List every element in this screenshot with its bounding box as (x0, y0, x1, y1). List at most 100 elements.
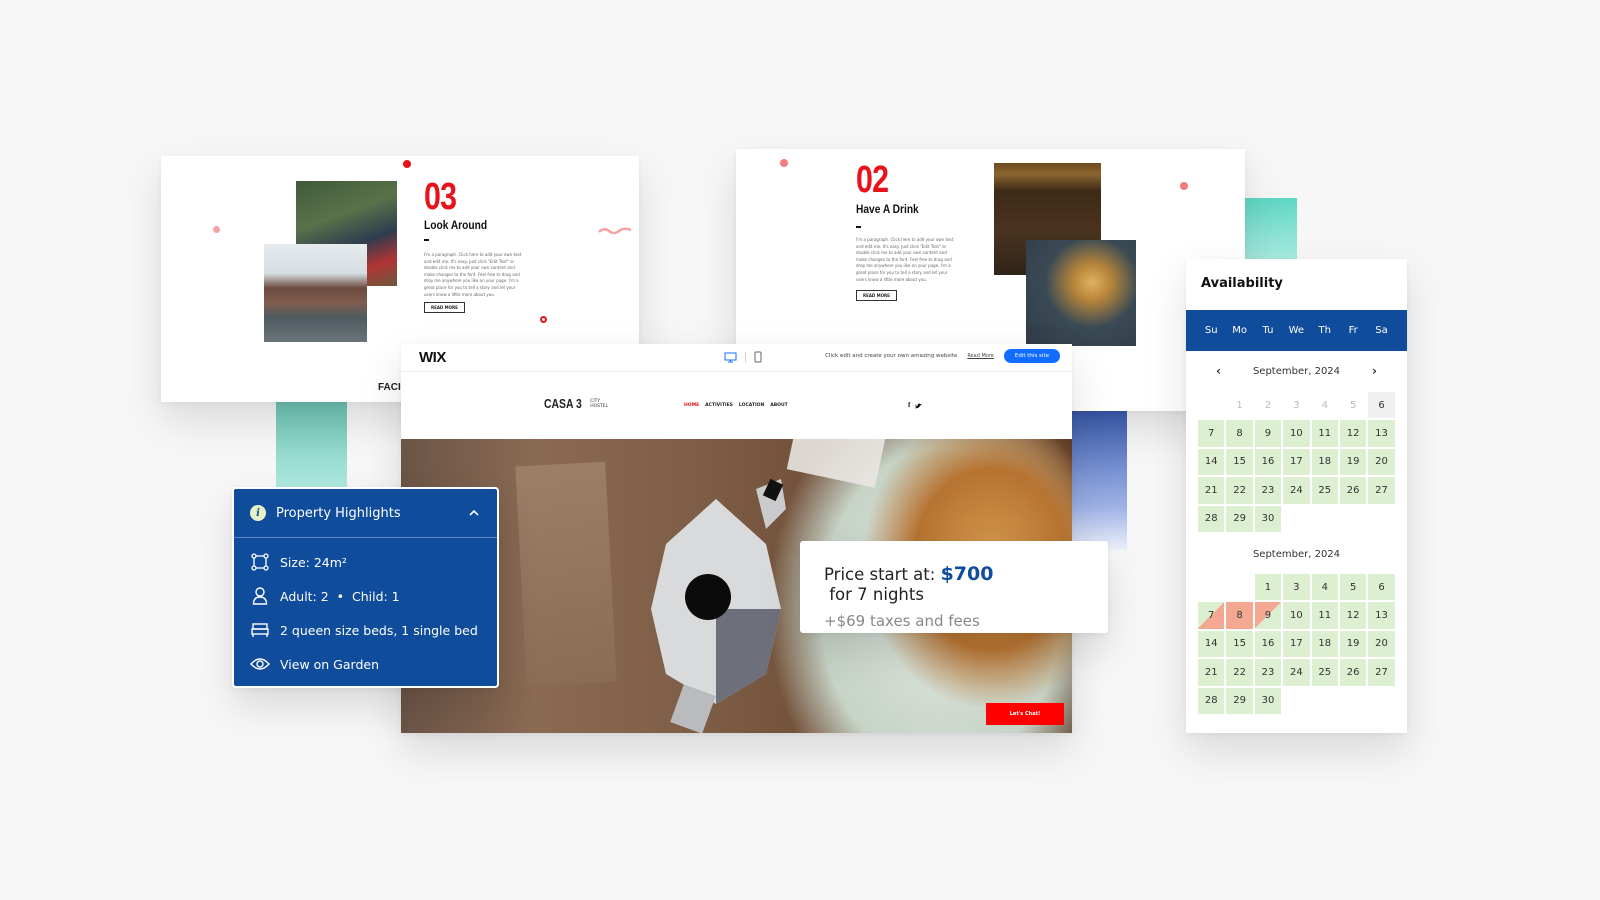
calendar-day[interactable]: 8 (1226, 420, 1253, 447)
calendar-day[interactable]: 8 (1226, 602, 1253, 629)
wix-logo: WIX (419, 349, 446, 366)
calendar-day[interactable]: 17 (1283, 630, 1310, 658)
calendar-day[interactable]: 1 (1254, 573, 1282, 601)
website-preview: WIX Click edit and create your own amazi… (401, 344, 1072, 733)
calendar-day[interactable]: 15 (1226, 448, 1253, 476)
calendar-day[interactable]: 19 (1339, 630, 1367, 658)
calendar-day[interactable]: 21 (1198, 477, 1225, 504)
calendar-day[interactable]: 22 (1226, 659, 1253, 686)
calendar-day[interactable]: 26 (1339, 659, 1367, 686)
read-more-button[interactable]: READ MORE (856, 290, 897, 301)
nav-home[interactable]: HOME (684, 403, 699, 408)
calendar-day[interactable]: 21 (1198, 659, 1225, 686)
slide-number: 03 (424, 176, 457, 218)
price-suffix: for 7 nights (824, 585, 924, 604)
calendar-day[interactable]: 9 (1254, 420, 1282, 447)
month-label: September, 2024 (1252, 366, 1341, 377)
calendar-day[interactable]: 25 (1311, 477, 1338, 504)
weekday-header: Su Mo Tu We Th Fr Sa (1186, 310, 1407, 351)
slide-number: 02 (856, 159, 889, 201)
calendar-day[interactable]: 11 (1311, 420, 1338, 447)
calendar-day[interactable]: 28 (1198, 505, 1225, 532)
nav-activities[interactable]: ACTIVITIES (705, 403, 733, 408)
calendar-day[interactable]: 16 (1254, 630, 1282, 658)
chat-button[interactable]: Let's Chat! (986, 703, 1064, 725)
calendar-day[interactable]: 9 (1254, 602, 1282, 629)
calendar-day[interactable]: 7 (1198, 420, 1225, 447)
nav-location[interactable]: LOCATION (739, 403, 764, 408)
month-grid: 1 3 4 5 6 7 8 9 10 11 12 13 14 15 16 17 18 19 20 21 22 23 24 25… (1186, 573, 1407, 714)
calendar-day[interactable]: 18 (1311, 448, 1338, 476)
calendar-day[interactable]: 22 (1226, 477, 1253, 504)
facebook-icon[interactable]: f (908, 401, 910, 409)
calendar-day[interactable]: 12 (1339, 602, 1367, 629)
calendar-empty-cell (1226, 574, 1252, 600)
calendar-day[interactable]: 27 (1368, 477, 1395, 504)
calendar-day[interactable]: 30 (1254, 687, 1282, 714)
site-logo[interactable]: CASA 3 CITY HOSTEL (544, 396, 608, 411)
calendar-day[interactable]: 26 (1339, 477, 1367, 504)
calendar-day[interactable]: 10 (1283, 602, 1310, 629)
calendar-day[interactable]: 13 (1368, 420, 1395, 447)
highlight-item: Adult: 2 • Child: 1 (234, 579, 497, 613)
calendar-day[interactable]: 19 (1339, 448, 1367, 476)
chevron-left-icon[interactable]: ‹ (1216, 364, 1221, 378)
decorative-teal-strip (276, 402, 347, 494)
highlight-item: Size: 24m² (234, 545, 497, 579)
calendar-day[interactable]: 3 (1283, 573, 1310, 601)
paper-bag (515, 461, 617, 687)
calendar-day[interactable]: 27 (1368, 659, 1395, 686)
property-highlights-title: Property Highlights (276, 505, 401, 521)
calendar-day[interactable]: 6 (1368, 573, 1395, 601)
weekday-label: Su (1204, 325, 1218, 336)
chevron-up-icon[interactable] (469, 506, 479, 519)
property-highlights-header[interactable]: i Property Highlights (234, 489, 497, 538)
wix-read-more-link[interactable]: Read More (967, 353, 994, 359)
nav-about[interactable]: ABOUT (770, 403, 787, 408)
calendar-day[interactable]: 25 (1311, 659, 1338, 686)
slide-title: Have A Drink (856, 202, 919, 216)
calendar-day[interactable]: 14 (1198, 448, 1225, 476)
chevron-right-icon[interactable]: › (1372, 364, 1377, 378)
calendar-day[interactable]: 20 (1368, 630, 1395, 658)
mobile-icon[interactable] (754, 351, 762, 363)
bed-icon (250, 620, 270, 640)
calendar-day[interactable]: 24 (1283, 477, 1310, 504)
twitter-icon[interactable] (915, 403, 923, 409)
calendar-day[interactable]: 13 (1368, 602, 1395, 629)
calendar-day[interactable]: 10 (1283, 420, 1310, 447)
calendar-day[interactable]: 11 (1311, 602, 1338, 629)
calendar-day[interactable]: 5 (1339, 573, 1367, 601)
weekday-label: Fr (1348, 325, 1358, 336)
calendar-day[interactable]: 4 (1311, 573, 1338, 601)
site-nav: HOME ACTIVITIES LOCATION ABOUT (684, 403, 788, 408)
calendar-day[interactable]: 7 (1198, 602, 1225, 629)
calendar-day[interactable]: 23 (1254, 659, 1282, 686)
social-links: f (908, 401, 923, 409)
site-logo-subtitle: CITY HOSTEL (590, 398, 609, 409)
calendar-day[interactable]: 29 (1226, 687, 1253, 714)
decorative-dot (213, 226, 220, 233)
read-more-button[interactable]: READ MORE (424, 302, 465, 313)
desktop-icon[interactable] (724, 352, 737, 363)
calendar-day[interactable]: 6 (1368, 392, 1395, 419)
calendar-day[interactable]: 20 (1368, 448, 1395, 476)
calendar-day[interactable]: 12 (1339, 420, 1367, 447)
calendar-day: 4 (1321, 399, 1328, 411)
calendar-day[interactable]: 29 (1226, 505, 1253, 532)
calendar-day[interactable]: 28 (1198, 687, 1225, 714)
highlight-text: Adult: 2 • Child: 1 (280, 588, 400, 604)
decorative-dot (780, 159, 788, 167)
availability-calendar: Availability Su Mo Tu We Th Fr Sa ‹ Sept… (1186, 259, 1407, 733)
calendar-day[interactable]: 30 (1254, 505, 1282, 532)
separator (745, 352, 746, 362)
edit-site-button[interactable]: Edit this site (1003, 349, 1060, 363)
calendar-day[interactable]: 24 (1283, 659, 1310, 686)
calendar-day[interactable]: 18 (1311, 630, 1338, 658)
calendar-day[interactable]: 16 (1254, 448, 1282, 476)
divider (424, 239, 429, 241)
calendar-day[interactable]: 23 (1254, 477, 1282, 504)
calendar-day[interactable]: 14 (1198, 630, 1225, 658)
calendar-day[interactable]: 17 (1283, 448, 1310, 476)
calendar-day[interactable]: 15 (1226, 630, 1253, 658)
